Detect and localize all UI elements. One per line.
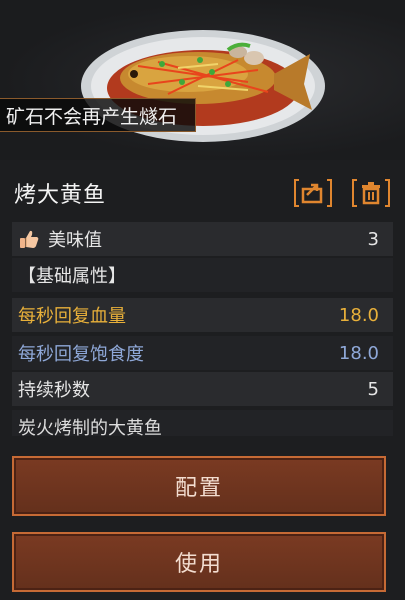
configure-button-label: 配置 <box>174 476 223 501</box>
share-icon <box>294 179 332 207</box>
stat-label-hp-regen: 每秒回复血量 <box>18 306 126 327</box>
description-text: 炭火烤制的大黄鱼 <box>18 418 162 436</box>
stat-label-duration: 持续秒数 <box>18 380 90 401</box>
configure-button[interactable]: 配置 <box>12 456 386 516</box>
share-button[interactable] <box>293 177 333 209</box>
stat-label-tasty: 美味值 <box>48 230 102 251</box>
item-preview-area: 矿石不会再产生燧石 <box>0 0 405 160</box>
stat-row-duration: 持续秒数 5 <box>12 372 393 406</box>
item-description: 炭火烤制的大黄鱼 <box>12 410 393 436</box>
notice-text: 矿石不会再产生燧石 <box>6 105 178 128</box>
section-header-row: 【基础属性】 <box>12 258 393 292</box>
notice-banner: 矿石不会再产生燧石 <box>0 98 196 132</box>
stat-value-duration: 5 <box>367 378 379 400</box>
item-header: 烤大黄鱼 <box>0 170 405 216</box>
use-button[interactable]: 使用 <box>12 532 386 592</box>
stat-value-hp-regen: 18.0 <box>338 304 379 326</box>
stat-value-satiety-regen: 18.0 <box>338 342 379 364</box>
section-header: 【基础属性】 <box>18 266 126 287</box>
stat-row-hp-regen: 每秒回复血量 18.0 <box>12 298 393 332</box>
stat-value-tasty: 3 <box>367 228 379 250</box>
stat-row-tasty: 美味值 3 <box>12 222 393 256</box>
thumbs-up-icon <box>20 230 39 248</box>
trash-icon <box>352 179 390 207</box>
stat-label-satiety-regen: 每秒回复饱食度 <box>18 344 144 365</box>
item-name: 烤大黄鱼 <box>14 183 107 208</box>
stat-row-satiety-regen: 每秒回复饱食度 18.0 <box>12 336 393 370</box>
use-button-label: 使用 <box>174 552 223 577</box>
delete-button[interactable] <box>351 177 391 209</box>
